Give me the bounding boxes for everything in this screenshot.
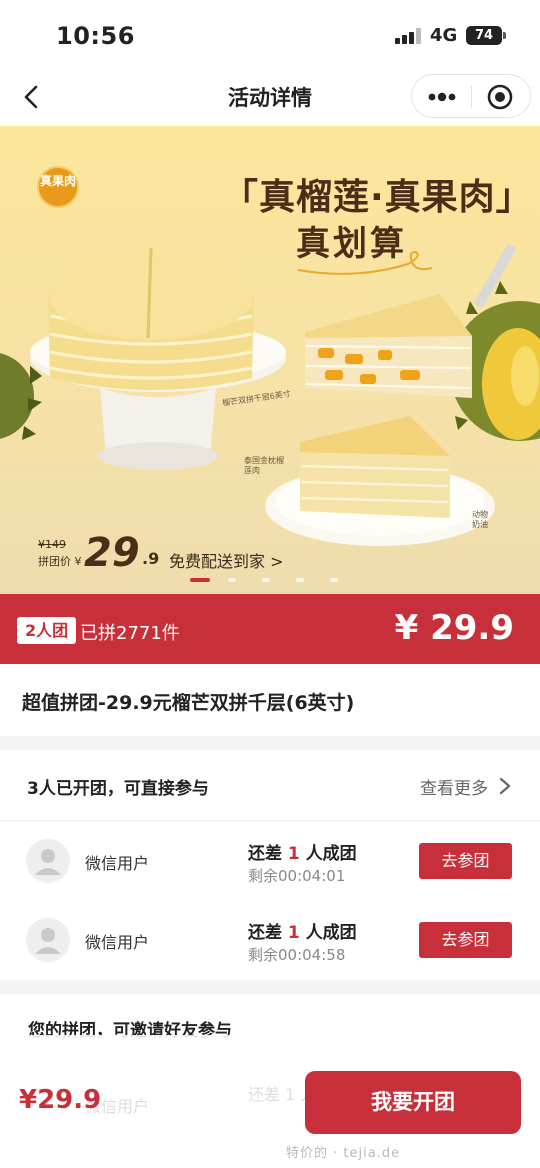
bottom-price: ¥29.9	[19, 1085, 102, 1115]
pager-dot[interactable]	[330, 578, 338, 582]
open-groups-title: 3人已开团，可直接参与	[27, 779, 209, 799]
chevron-right-icon[interactable]	[498, 776, 512, 796]
product-title-block: 超值拼团-29.9元榴芒双拼千层(6英寸)	[0, 664, 540, 736]
app-root: 10:56 4G 74 活动详情 真果肉 「真榴莲·真果肉」 真划算 榴芒双拼千…	[0, 0, 540, 1168]
need-count: 1	[287, 844, 300, 864]
join-group-button[interactable]: 去参团	[419, 843, 512, 879]
pager-dot[interactable]	[262, 578, 270, 582]
banner-price-row: ¥149 拼团价 ¥ 29 .9 免费配送到家 >	[38, 530, 338, 576]
pager-dot[interactable]	[296, 578, 304, 582]
group-need-text: 还差 1 人成团	[248, 839, 357, 864]
user-silhouette-icon	[35, 849, 61, 875]
join-group-button[interactable]: 去参团	[419, 922, 512, 958]
free-delivery-text: 免费配送到家 >	[169, 552, 284, 571]
banner-pager	[190, 578, 350, 584]
need-count: 1	[287, 923, 300, 943]
sold-count: 已拼2771件	[80, 623, 180, 644]
status-time: 10:56	[56, 22, 135, 50]
need-suffix: 人成团	[305, 844, 357, 864]
product-banner[interactable]: 真果肉 「真榴莲·真果肉」 真划算 榴芒双拼千层6英寸 泰国金枕榴莲肉 动物奶油…	[0, 126, 540, 594]
open-groups-header: 3人已开团，可直接参与 查看更多	[0, 750, 540, 821]
close-target-icon[interactable]	[484, 81, 516, 113]
battery-icon: 74	[466, 26, 506, 45]
pager-dot[interactable]	[190, 578, 210, 582]
caption-animal-cream: 动物奶油	[472, 510, 488, 529]
miniprogram-capsule	[411, 74, 531, 118]
group-price-label: 拼团价 ¥	[38, 555, 82, 568]
signal-icon	[395, 28, 423, 44]
more-dots-icon[interactable]	[424, 79, 460, 115]
nav-bar: 活动详情	[0, 70, 540, 126]
avatar	[26, 839, 70, 883]
avatar	[26, 918, 70, 962]
user-silhouette-icon	[35, 928, 61, 954]
caption-durian-meat: 泰国金枕榴莲肉	[244, 456, 284, 475]
group-price: ¥ 29.9	[394, 608, 514, 648]
see-more-link[interactable]: 查看更多	[420, 774, 488, 799]
real-fruit-seal: 真果肉	[37, 166, 79, 208]
group-row: 微信用户 还差 1 人成团剩余00:04:01 去参团	[0, 822, 540, 900]
need-suffix: 人成团	[305, 923, 357, 943]
group-need-text: 还差 1 人成团	[248, 918, 357, 943]
banner-slogan-line1: 「真榴莲·真果肉」	[222, 177, 533, 218]
group-user-name: 微信用户	[85, 933, 150, 952]
network-type: 4G	[430, 25, 458, 46]
banner-price-integer: 29	[84, 530, 140, 576]
watermark: 特价的 · tejia.de	[286, 1146, 401, 1161]
banner-price-fraction: .9	[142, 549, 160, 568]
swash-decoration	[297, 250, 433, 275]
bottom-action-bar: 微信用户 还差 1 人成团 ¥29.9 我要开团	[0, 1035, 540, 1168]
need-prefix: 还差	[248, 923, 282, 943]
group-row: 微信用户 还差 1 人成团剩余00:04:58 去参团	[0, 901, 540, 979]
open-groups-section: 3人已开团，可直接参与 查看更多 微信用户 还差 1 人成团 剩余00:04:01 去…	[0, 750, 540, 980]
team-size-badge: 2人团	[17, 617, 77, 644]
original-price: ¥149	[38, 538, 66, 551]
pager-dot[interactable]	[228, 578, 236, 582]
remaining-time: 剩余00:04:01	[248, 867, 346, 885]
status-bar: 10:56 4G 74	[0, 0, 540, 70]
start-group-button[interactable]: 我要开团	[305, 1071, 521, 1134]
group-user-name: 微信用户	[85, 854, 150, 873]
battery-level: 74	[474, 28, 494, 43]
capsule-divider	[471, 86, 472, 108]
remaining-time: 剩余00:04:58	[248, 946, 346, 964]
need-prefix: 还差	[248, 844, 282, 864]
product-title: 超值拼团-29.9元榴芒双拼千层(6英寸)	[22, 692, 355, 714]
group-price-bar: 2人团 已拼2771件 ¥ 29.9	[0, 594, 540, 664]
